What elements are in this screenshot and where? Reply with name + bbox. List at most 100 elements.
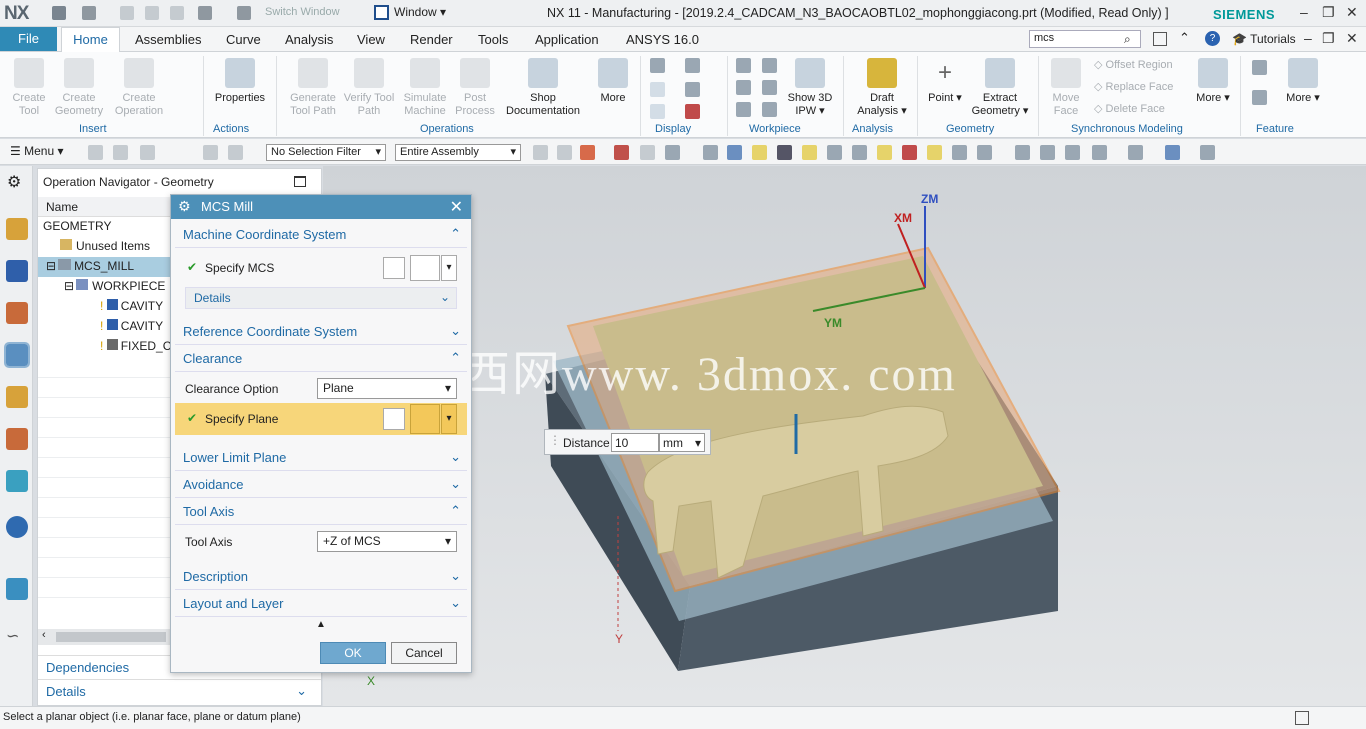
tree-node-unused-items[interactable]: Unused Items [38,237,171,257]
web-browser-icon[interactable] [6,578,28,600]
assembly-navigator-icon[interactable] [6,218,28,240]
replace-face-button[interactable]: ◇ Replace Face [1094,80,1173,93]
close-icon[interactable]: ✕ [450,197,463,217]
snap-face-icon[interactable] [727,145,742,160]
create-geometry-button[interactable]: Create Geometry [54,58,104,118]
sel-tool1-icon[interactable] [533,145,548,160]
tab-view[interactable]: View [357,32,385,47]
view-clip-icon[interactable] [1200,145,1215,160]
tab-tools[interactable]: Tools [478,32,508,47]
workpiece-tool-icon[interactable] [736,58,751,73]
information-icon[interactable] [6,516,28,538]
tab-application[interactable]: Application [535,32,599,47]
snap-arc-icon[interactable] [827,145,842,160]
tree-node-cavity-1[interactable]: ! CAVITY [38,297,171,317]
snap-curve-icon[interactable] [802,145,817,160]
details-panel[interactable]: Details ⌄ [38,679,321,703]
tab-assemblies[interactable]: Assemblies [135,32,201,47]
snap-line-icon[interactable] [777,145,792,160]
section-clearance[interactable]: Clearance ⌃ [175,346,467,372]
create-operation-button[interactable]: Create Operation [110,58,168,118]
minimize-icon[interactable]: – [1300,4,1308,20]
operations-more-button[interactable]: More [594,58,632,105]
offset-region-button[interactable]: ◇ Offset Region [1094,58,1173,71]
tree-node-workpiece[interactable]: ⊟ WORKPIECE [38,277,171,297]
draft-analysis-button[interactable]: Draft Analysis ▾ [852,58,912,118]
feature-more-button[interactable]: More ▾ [1284,58,1322,105]
constraint-navigator-icon[interactable] [6,260,28,282]
search-icon[interactable]: ⌕ [1124,32,1131,47]
section-lower-limit-plane[interactable]: Lower Limit Plane ⌄ [175,445,467,471]
display-toggle-icon[interactable] [650,58,665,73]
workpiece-tool5-icon[interactable] [736,102,751,117]
snap-point-icon[interactable] [927,145,942,160]
extract-geometry-button[interactable]: Extract Geometry ▾ [968,58,1032,118]
snap3-icon[interactable] [140,145,155,160]
properties-button[interactable]: Properties [210,58,270,105]
settings-icon[interactable]: ⚙ [7,172,21,192]
sync-more-button[interactable]: More ▾ [1194,58,1232,105]
csys-dialog-icon[interactable] [383,257,405,279]
details-subsection[interactable]: Details ⌄ [185,287,457,309]
view-shade-icon[interactable] [1165,145,1180,160]
workpiece-tool2-icon[interactable] [762,58,777,73]
operation-navigator-icon[interactable] [4,342,30,368]
display-list-icon[interactable] [650,104,665,119]
sel-tool6-icon[interactable] [665,145,680,160]
tab-curve[interactable]: Curve [226,32,261,47]
section-tool-axis[interactable]: Tool Axis ⌃ [175,499,467,525]
ok-button[interactable]: OK [320,642,386,664]
workpiece-tool3-icon[interactable] [736,80,751,95]
selection-filter-select[interactable]: No Selection Filter ▾ [266,144,386,161]
sel-tool4-icon[interactable] [614,145,629,160]
display-mode-icon[interactable] [685,58,700,73]
show-3d-ipw-button[interactable]: Show 3D IPW ▾ [782,58,838,118]
snap5-icon[interactable] [228,145,243,160]
snap2-icon[interactable] [113,145,128,160]
section-avoidance[interactable]: Avoidance ⌄ [175,472,467,498]
move-face-button[interactable]: Move Face [1044,58,1088,118]
create-tool-button[interactable]: Create Tool [6,58,52,118]
snap-move-icon[interactable] [752,145,767,160]
file-tab[interactable]: File [0,27,57,51]
verify-tool-path-button[interactable]: Verify Tool Path [342,58,396,118]
view-style-icon[interactable] [1128,145,1143,160]
section-machine-coordinate-system[interactable]: Machine Coordinate System ⌃ [175,222,467,248]
csys-type-icon[interactable] [410,255,440,281]
reuse-library-icon[interactable] [6,428,28,450]
close-icon[interactable]: ✕ [1346,4,1358,21]
plane-dialog-icon[interactable] [383,408,405,430]
section-layout-and-layer[interactable]: Layout and Layer ⌄ [175,591,467,617]
generate-tool-path-button[interactable]: Generate Tool Path [284,58,342,118]
clearance-option-select[interactable]: Plane ▾ [317,378,457,399]
tab-ansys[interactable]: ANSYS 16.0 [626,32,699,47]
switch-window-button[interactable]: Switch Window [265,6,340,18]
distance-unit-select[interactable]: mm ▾ [659,433,705,452]
fullscreen-icon[interactable] [1295,711,1309,725]
sel-tool5-icon[interactable] [640,145,655,160]
tool-axis-select[interactable]: +Z of MCS ▾ [317,531,457,552]
snap4-icon[interactable] [203,145,218,160]
collapse-dialog-icon[interactable]: ▲ [316,619,326,630]
feature-tool-icon[interactable] [1252,60,1267,75]
tree-node-geometry[interactable]: GEOMETRY [38,217,171,237]
tree-node-mcs-mill[interactable]: ⊟ MCS_MILL [38,257,171,277]
ribbon-minimize-icon[interactable]: – [1304,30,1312,46]
delete-face-button[interactable]: ◇ Delete Face [1094,102,1165,115]
restore-icon[interactable]: ❐ [1322,4,1335,21]
tab-home[interactable]: Home [61,27,120,52]
tree-node-fixed-contour[interactable]: ! FIXED_C [38,337,171,357]
name-column-header[interactable]: Name [38,197,171,217]
repeat-command-icon[interactable] [198,6,212,20]
undo-icon[interactable] [82,6,96,20]
history-icon[interactable]: ∽ [6,626,19,646]
assembly-scope-select[interactable]: Entire Assembly ▾ [395,144,521,161]
horizontal-scrollbar[interactable]: ‹ [38,629,171,645]
ribbon-restore-icon[interactable]: ❐ [1322,30,1335,47]
drag-handle[interactable]: ⋮ [549,433,561,447]
tutorials-link[interactable]: 🎓 Tutorials [1232,32,1296,46]
snap-center-icon[interactable] [877,145,892,160]
display-path-icon[interactable] [650,82,665,97]
ribbon-close-icon[interactable]: ✕ [1346,30,1358,47]
save-icon[interactable] [52,6,66,20]
